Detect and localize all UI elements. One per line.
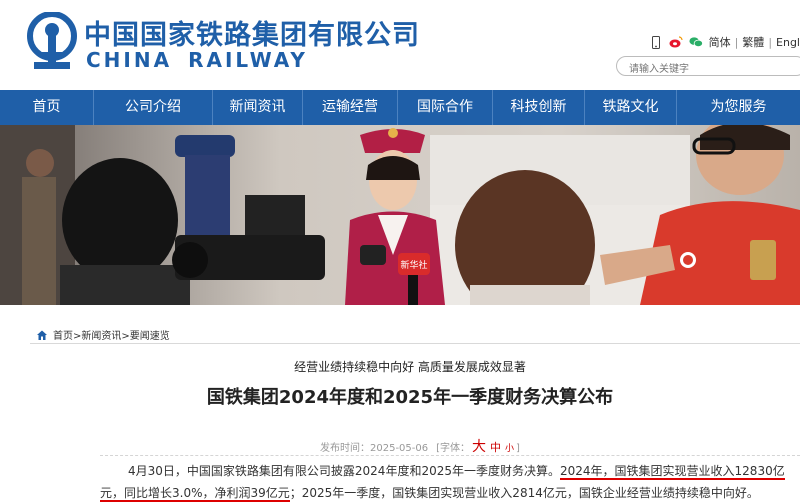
breadcrumb-text[interactable]: 首页>新闻资讯>要闻速览: [53, 327, 170, 342]
china-railway-logo[interactable]: [26, 12, 78, 72]
nav-item-news[interactable]: 新闻资讯: [213, 90, 303, 125]
company-name-cn[interactable]: 中国国家铁路集团有限公司: [84, 13, 420, 52]
nav-item-about[interactable]: 公司介绍: [94, 90, 213, 125]
article-title: 国铁集团2024年度和2025年一季度财务决算公布: [206, 387, 614, 408]
highlighted-text: 2024年，国铁集团实现营业收入12830亿: [560, 464, 785, 480]
font-size-small-button[interactable]: 小: [505, 441, 514, 454]
link-traditional[interactable]: 繁體: [742, 34, 764, 50]
breadcrumb: 首页>新闻资讯>要闻速览: [36, 327, 170, 342]
publish-date: 2025-05-06: [370, 443, 429, 454]
divider: |: [734, 35, 739, 49]
mic-label: 新华社: [400, 259, 427, 271]
font-size-large-button[interactable]: 大: [472, 436, 486, 456]
article-meta: 发布时间： 2025-05-06 [字体： 大 中 小 ]: [320, 436, 520, 456]
nav-item-home[interactable]: 首页: [0, 90, 94, 125]
banner-illustration: 新华社: [0, 125, 800, 305]
search-input[interactable]: [629, 60, 779, 79]
divider: [100, 455, 800, 456]
divider: |: [768, 35, 773, 49]
nav-item-transport[interactable]: 运输经营: [303, 90, 398, 125]
banner-photo: 新华社: [0, 125, 800, 305]
top-links: 简体 | 繁體 | Engl: [649, 34, 800, 50]
font-size-medium-button[interactable]: 中: [490, 439, 501, 455]
text-segment: ；2025年一季度，国铁集团实现营业收入2814亿元，国铁企业经营业绩持续稳中向…: [289, 486, 759, 500]
nav-item-innovation[interactable]: 科技创新: [493, 90, 585, 125]
weibo-icon[interactable]: [669, 35, 683, 49]
company-name-en[interactable]: CHINA RAILWAY: [86, 48, 324, 72]
article-body: 4月30日，中国国家铁路集团有限公司披露2024年度和2025年一季度财务决算。…: [100, 460, 800, 504]
nav-item-international[interactable]: 国际合作: [398, 90, 493, 125]
search-box: [616, 56, 800, 79]
nav-item-culture[interactable]: 铁路文化: [585, 90, 677, 125]
link-english[interactable]: Engl: [776, 36, 800, 49]
mobile-icon[interactable]: [649, 35, 663, 49]
wechat-icon[interactable]: [689, 35, 703, 49]
main-nav: 首页 公司介绍 新闻资讯 运输经营 国际合作 科技创新 铁路文化 为您服务: [0, 90, 800, 125]
article-subtitle: 经营业绩持续稳中向好 高质量发展成效显著: [294, 360, 526, 374]
highlighted-text: 元，同比增长3.0%，净利润39亿元: [100, 486, 290, 502]
font-size-close: ]: [516, 443, 520, 454]
paragraph-line: 4月30日，中国国家铁路集团有限公司披露2024年度和2025年一季度财务决算。…: [100, 460, 800, 482]
divider: [30, 343, 800, 344]
nav-item-services[interactable]: 为您服务: [677, 90, 800, 125]
link-simplified[interactable]: 简体: [709, 34, 731, 50]
paragraph-line: 元，同比增长3.0%，净利润39亿元；2025年一季度，国铁集团实现营业收入28…: [100, 482, 800, 504]
company-name-en-part2: RAILWAY: [188, 48, 308, 72]
site-header: 中国国家铁路集团有限公司 CHINA RAILWAY 简体 | 繁體 | Engl: [0, 0, 800, 90]
company-name-en-part1: CHINA: [86, 48, 173, 72]
home-icon[interactable]: [36, 329, 48, 341]
font-size-label: [字体：: [436, 443, 471, 454]
publish-label: 发布时间：: [320, 443, 370, 454]
text-segment: 4月30日，中国国家铁路集团有限公司披露2024年度和2025年一季度财务决算。: [128, 464, 560, 478]
